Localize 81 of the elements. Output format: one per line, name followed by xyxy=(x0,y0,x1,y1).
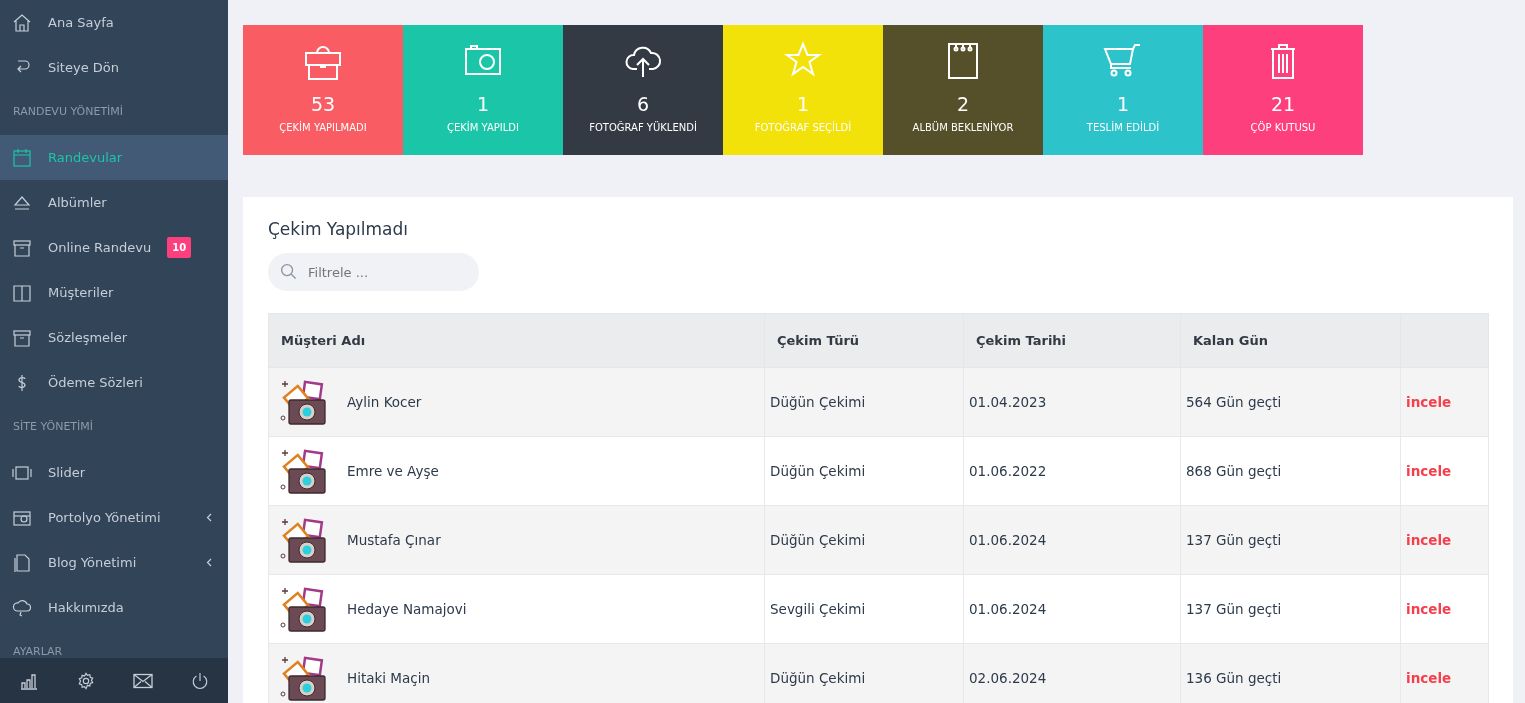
column-header: Çekim Tarihi xyxy=(963,313,1181,368)
sidebar-item[interactable]: Randevular xyxy=(0,135,228,180)
sidebar-item[interactable]: Slider xyxy=(0,450,228,495)
count-badge: 10 xyxy=(167,237,192,258)
tile-label: TESLİM EDİLDİ xyxy=(1086,120,1160,135)
sidebar-item[interactable]: Ödeme Sözleri xyxy=(0,360,228,405)
chevron-left-icon xyxy=(206,513,212,522)
table-cell: 01.06.2022 xyxy=(969,463,1047,480)
tile-count: 6 xyxy=(636,93,650,116)
table-cell: 01.04.2023 xyxy=(969,394,1047,411)
panel-title: Çekim Yapılmadı xyxy=(268,219,410,240)
column-header: Kalan Gün xyxy=(1180,313,1401,368)
customer-name: Mustafa Çınar xyxy=(347,531,441,551)
tile-label: FOTOĞRAF SEÇİLDİ xyxy=(754,120,852,135)
book-icon xyxy=(12,282,32,303)
customer-name: Hitaki Maçin xyxy=(347,669,430,689)
sidebar-item[interactable]: Müşteriler xyxy=(0,270,228,315)
tile-count: 1 xyxy=(1116,93,1130,116)
table-cell: 01.06.2024 xyxy=(969,532,1047,549)
table-cell: Düğün Çekimi xyxy=(770,463,866,480)
tile-count: 1 xyxy=(476,93,490,116)
sidebar-item[interactable]: Online Randevu 10 xyxy=(0,225,228,270)
sidebar-item[interactable]: Ana Sayfa xyxy=(0,0,228,45)
tile-label: ÇEKİM YAPILMADI xyxy=(279,120,367,135)
status-tile[interactable]: 6 FOTOĞRAF YÜKLENDİ xyxy=(563,25,723,155)
sidebar-item[interactable]: Portolyo Yönetimi xyxy=(0,495,228,540)
status-tile[interactable]: 21 ÇÖP KUTUSU xyxy=(1203,25,1363,155)
table-cell: 868 Gün geçti xyxy=(1186,463,1282,480)
table-cell: 01.06.2024 xyxy=(969,601,1047,618)
section-heading: SİTE YÖNETİMİ xyxy=(12,419,95,436)
table-cell: 137 Gün geçti xyxy=(1186,532,1282,549)
table-cell: 137 Gün geçti xyxy=(1186,601,1282,618)
table-cell: Sevgili Çekimi xyxy=(770,601,866,618)
review-link[interactable]: incele xyxy=(1406,601,1452,618)
column-header: Müşteri Adı xyxy=(268,313,765,368)
cloud-icon xyxy=(12,597,32,618)
tile-label: ÇÖP KUTUSU xyxy=(1250,120,1316,135)
camera-photos-icon xyxy=(279,447,329,496)
table-cell: Düğün Çekimi xyxy=(770,670,866,687)
table-cell: Düğün Çekimi xyxy=(770,532,866,549)
camera-photos-icon xyxy=(279,585,329,634)
column-header: Çekim Türü xyxy=(764,313,964,368)
tile-count: 2 xyxy=(956,93,970,116)
archive-box-icon xyxy=(12,327,32,348)
sidebar-item[interactable]: Albümler xyxy=(0,180,228,225)
tile-count: 21 xyxy=(1270,93,1296,116)
customer-name: Hedaye Namajovi xyxy=(347,600,467,620)
sidebar-item[interactable]: Blog Yönetimi xyxy=(0,540,228,585)
archive-box-icon xyxy=(12,237,32,258)
review-link[interactable]: incele xyxy=(1406,394,1452,411)
mail-icon[interactable] xyxy=(133,672,153,689)
tile-count: 1 xyxy=(796,93,810,116)
table-cell: Düğün Çekimi xyxy=(770,394,866,411)
filter-field[interactable]: Filtrele ... xyxy=(268,253,479,292)
tile-label: ÇEKİM YAPILDI xyxy=(447,120,519,135)
calendar-icon xyxy=(12,147,32,168)
status-tile[interactable]: 2 ALBÜM BEKLENİYOR xyxy=(883,25,1043,155)
review-link[interactable]: incele xyxy=(1406,532,1452,549)
sidebar-item[interactable]: Hakkımızda xyxy=(0,585,228,630)
chevron-left-icon xyxy=(206,558,212,567)
table-cell: 02.06.2024 xyxy=(969,670,1047,687)
customer-name: Emre ve Ayşe xyxy=(347,462,439,482)
documents-icon xyxy=(12,552,32,573)
tile-count: 53 xyxy=(310,93,336,116)
customer-name: Aylin Kocer xyxy=(347,393,422,413)
table-cell: 136 Gün geçti xyxy=(1186,670,1282,687)
camera-photos-icon xyxy=(279,378,329,427)
review-link[interactable]: incele xyxy=(1406,463,1452,480)
settings-icon[interactable] xyxy=(77,671,95,690)
power-icon[interactable] xyxy=(191,671,209,690)
bar-chart-icon[interactable] xyxy=(19,671,39,690)
section-heading: AYARLAR xyxy=(12,644,64,658)
tile-label: FOTOĞRAF YÜKLENDİ xyxy=(589,120,697,135)
home-icon xyxy=(12,12,32,33)
section-heading: RANDEVU YÖNETİMİ xyxy=(12,104,125,121)
tile-label: ALBÜM BEKLENİYOR xyxy=(912,120,1014,135)
table-cell: 564 Gün geçti xyxy=(1186,394,1282,411)
camera-photos-icon xyxy=(279,516,329,565)
sidebar-item[interactable]: Sözleşmeler xyxy=(0,315,228,360)
sidebar-item[interactable]: Siteye Dön xyxy=(0,45,228,90)
review-link[interactable]: incele xyxy=(1406,670,1452,687)
